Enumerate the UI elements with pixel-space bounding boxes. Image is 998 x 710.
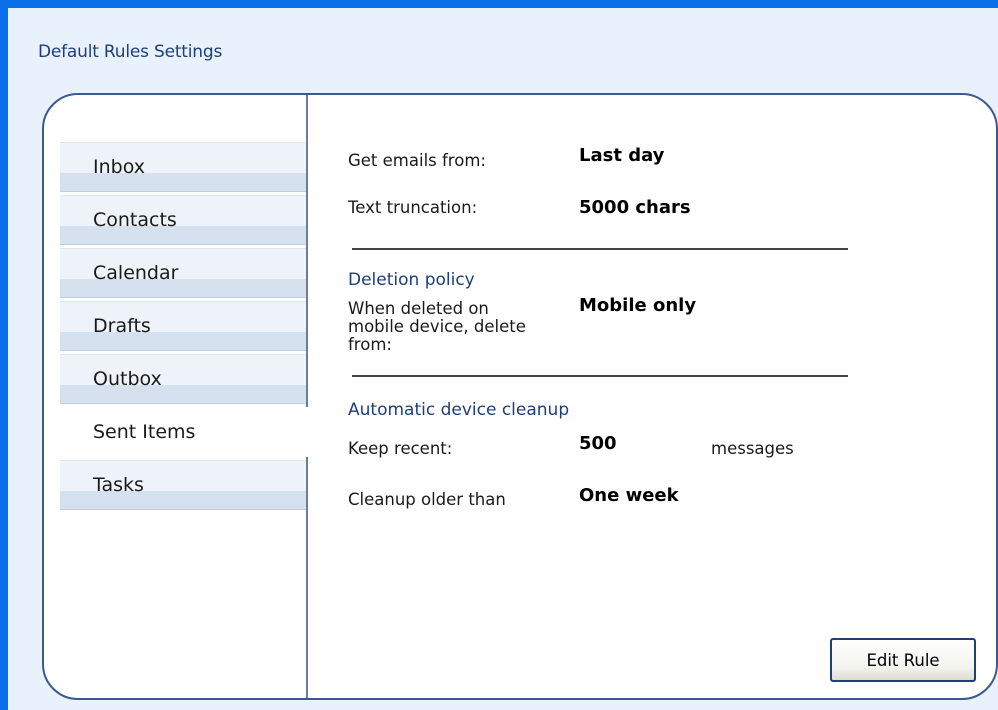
deletion-label-line: When deleted on	[348, 299, 489, 318]
keep-recent-unit: messages	[711, 439, 794, 458]
rule-details: Get emails from: Last day Text truncatio…	[306, 95, 996, 698]
tab-sent-items[interactable]: Sent Items	[60, 407, 309, 457]
tab-label: Drafts	[93, 315, 151, 337]
section-divider	[352, 248, 848, 250]
window-title: Default Rules Settings	[38, 42, 223, 62]
truncation-value: 5000 chars	[579, 197, 691, 218]
tab-label: Contacts	[93, 209, 177, 231]
deletion-value: Mobile only	[579, 295, 697, 316]
get-emails-label: Get emails from:	[348, 151, 486, 170]
tab-label: Tasks	[93, 474, 144, 496]
cleanup-older-value: One week	[579, 485, 679, 506]
tab-contacts[interactable]: Contacts	[60, 195, 306, 245]
tab-inbox[interactable]: Inbox	[60, 142, 306, 192]
get-emails-value: Last day	[579, 145, 665, 166]
section-divider	[352, 375, 848, 377]
settings-window: Default Rules Settings Inbox Contacts Ca…	[0, 0, 998, 710]
rules-panel: Inbox Contacts Calendar Drafts Outbox Se…	[42, 93, 998, 700]
tab-outbox[interactable]: Outbox	[60, 354, 306, 404]
tab-label: Sent Items	[93, 421, 196, 443]
tab-drafts[interactable]: Drafts	[60, 301, 306, 351]
edit-rule-button[interactable]: Edit Rule	[830, 638, 976, 682]
deletion-label-line: from:	[348, 335, 392, 354]
truncation-label: Text truncation:	[348, 198, 478, 217]
folder-tab-list: Inbox Contacts Calendar Drafts Outbox Se…	[60, 142, 309, 513]
tab-label: Calendar	[93, 262, 179, 284]
tab-tasks[interactable]: Tasks	[60, 460, 306, 510]
tab-label: Inbox	[93, 156, 145, 178]
cleanup-older-label: Cleanup older than	[348, 490, 506, 509]
device-cleanup-heading: Automatic device cleanup	[348, 400, 570, 420]
tab-label: Outbox	[93, 368, 162, 390]
keep-recent-label: Keep recent:	[348, 439, 453, 458]
deletion-label-line: mobile device, delete	[348, 317, 526, 336]
tab-calendar[interactable]: Calendar	[60, 248, 306, 298]
deletion-policy-heading: Deletion policy	[348, 270, 475, 290]
keep-recent-value: 500	[579, 433, 617, 454]
